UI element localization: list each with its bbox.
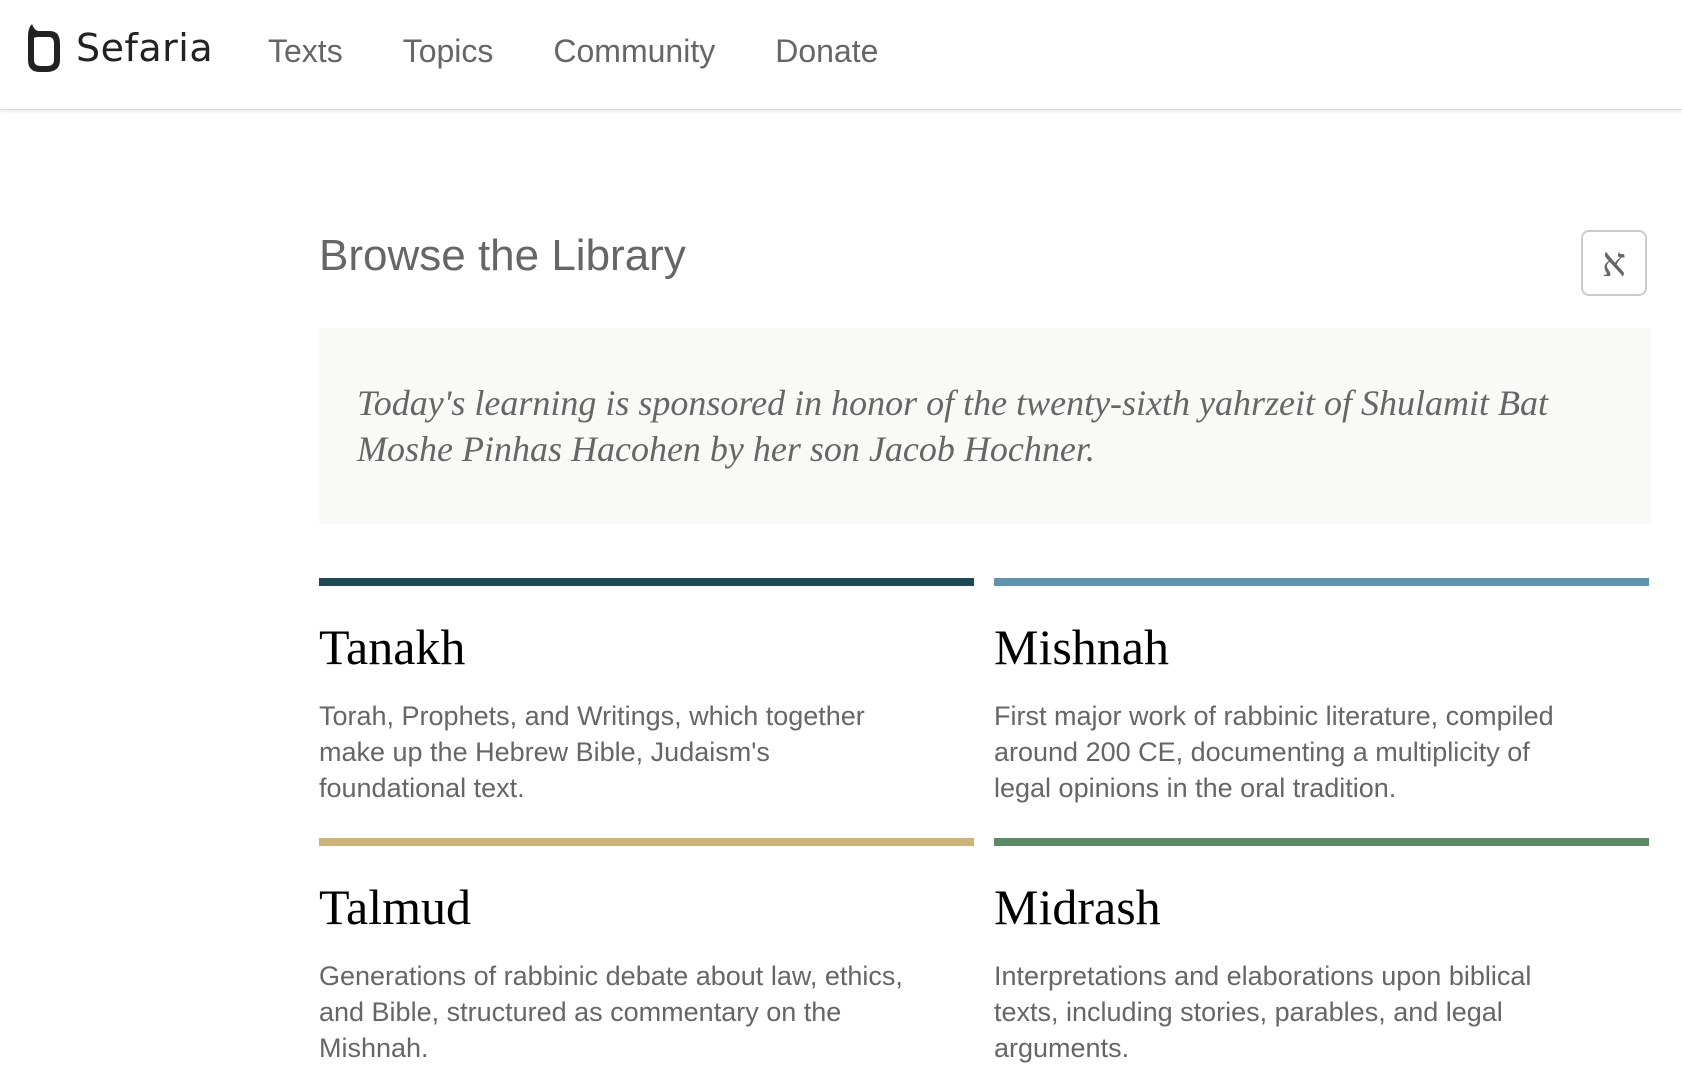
category-title: Midrash [994,879,1161,935]
category-color-bar [319,838,974,846]
language-toggle-button[interactable]: א [1581,230,1647,296]
nav-item-texts[interactable]: Texts [268,28,343,74]
category-description: First major work of rabbinic literature,… [994,701,1554,803]
category-card-tanakh[interactable]: Tanakh Torah, Prophets, and Writings, wh… [319,578,974,806]
category-description: Interpretations and elaborations upon bi… [994,961,1532,1063]
sponsor-banner: Today's learning is sponsored in honor o… [319,328,1651,524]
category-card-talmud[interactable]: Talmud Generations of rabbinic debate ab… [319,838,974,1066]
sefaria-logo[interactable]: Sefaria [24,22,213,74]
category-description: Generations of rabbinic debate about law… [319,961,903,1063]
category-card-mishnah[interactable]: Mishnah First major work of rabbinic lit… [994,578,1649,806]
category-title: Mishnah [994,619,1169,675]
category-description: Torah, Prophets, and Writings, which tog… [319,701,865,803]
page-title: Browse the Library [319,231,686,280]
category-color-bar [994,578,1649,586]
category-title: Tanakh [319,619,466,675]
sponsor-text: Today's learning is sponsored in honor o… [357,383,1549,469]
nav-item-community[interactable]: Community [553,28,715,74]
top-header: Sefaria Texts Topics Community Donate [0,0,1682,110]
category-card-midrash[interactable]: Midrash Interpretations and elaborations… [994,838,1649,1066]
category-title: Talmud [319,879,472,935]
nav-item-donate[interactable]: Donate [775,28,878,74]
category-color-bar [994,838,1649,846]
nav-item-topics[interactable]: Topics [403,28,494,74]
logo-text: Sefaria [76,26,214,70]
hebrew-aleph-icon: א [1601,240,1626,286]
category-color-bar [319,578,974,586]
sefaria-logo-icon [28,24,60,72]
main-nav: Texts Topics Community Donate [268,28,938,74]
